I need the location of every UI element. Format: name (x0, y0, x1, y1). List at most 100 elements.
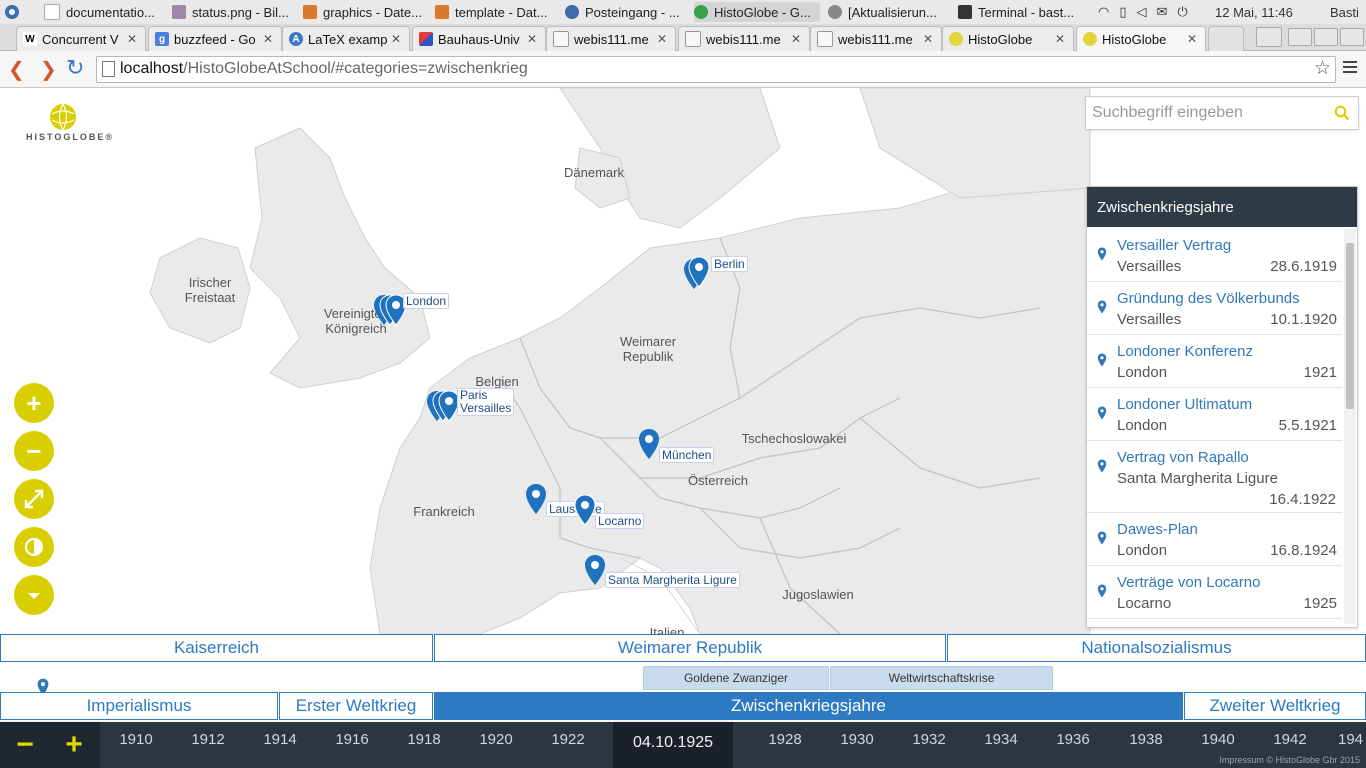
histoglobe-icon (949, 32, 963, 46)
close-tab-icon[interactable]: ✕ (1185, 32, 1199, 46)
power-icon[interactable]: ⏻ (1177, 4, 1187, 20)
latex-icon: A (289, 32, 303, 46)
hivent-item[interactable]: Verträge von Locarno Locarno 1925 (1087, 566, 1342, 619)
time-axis[interactable]: 1910 1912 1914 1916 1918 1920 1922 1924 … (0, 722, 1366, 768)
impressum-link[interactable]: Impressum © HistoGlobe Gbr 2015 (1219, 755, 1360, 765)
browser-tab[interactable]: webis111.me ✕ (678, 26, 810, 51)
zoom-out-button[interactable]: − (14, 431, 54, 471)
os-task-1[interactable]: status.png - Bil... (172, 2, 294, 22)
os-menu-icon[interactable] (4, 2, 22, 22)
minimize-icon[interactable] (1288, 28, 1312, 46)
more-button[interactable] (14, 575, 54, 615)
os-task-0[interactable]: documentatio... (44, 2, 162, 22)
timeline-zoom-out-button[interactable]: − (9, 728, 41, 761)
location-pin-icon (1097, 459, 1107, 473)
subera-weltwirtschaftskrise[interactable]: Weltwirtschaftskrise (830, 666, 1053, 690)
scroll-thumb[interactable] (1346, 243, 1354, 409)
wifi-icon[interactable]: ◠ (1098, 4, 1109, 20)
hivent-item[interactable]: Gründung des Völkerbunds Versailles 10.1.… (1087, 282, 1342, 335)
os-task-6[interactable]: [Aktualisierun... (828, 2, 950, 22)
back-icon[interactable]: ❮ (8, 57, 25, 82)
reload-icon[interactable]: ↻ (66, 55, 84, 81)
hivent-item[interactable]: Vertrag von Rapallo Santa Margherita Lig… (1087, 441, 1342, 513)
era-zwischenkriegsjahre[interactable]: Zwischenkriegsjahre (434, 692, 1183, 720)
close-window-icon[interactable] (1340, 28, 1364, 46)
era-weimarer-republik[interactable]: Weimarer Republik (434, 634, 946, 662)
menu-icon[interactable] (1343, 59, 1357, 75)
os-task-7[interactable]: Terminal - bast... (958, 2, 1084, 22)
battery-icon[interactable]: ▯ (1119, 4, 1126, 20)
mail-tray-icon[interactable]: ✉ (1157, 4, 1168, 20)
current-date-marker[interactable]: 04.10.1925 (613, 722, 733, 768)
profile-icon[interactable] (1256, 27, 1282, 47)
maximize-icon[interactable] (1314, 28, 1338, 46)
map-pin-icon[interactable] (584, 554, 606, 586)
search-input[interactable] (1090, 101, 1332, 125)
country-label: Dänemark (564, 165, 624, 180)
hivent-item[interactable]: Londoner Konferenz London 1921 (1087, 335, 1342, 388)
subera-goldene-zwanziger[interactable]: Goldene Zwanziger (643, 666, 829, 690)
clock[interactable]: 12 Mai, 11:46 (1215, 3, 1293, 21)
close-tab-icon[interactable]: ✕ (1053, 32, 1067, 46)
os-task-3[interactable]: template - Dat... (435, 2, 557, 22)
image-viewer-icon (172, 5, 186, 19)
search-icon[interactable] (1334, 105, 1350, 121)
place-label-muenchen[interactable]: München (659, 447, 715, 463)
timeline-zoom-in-button[interactable]: + (58, 728, 90, 761)
browser-tab-bar: W Concurrent V ✕ g buzzfeed - Go ✕ A LaTeX… (0, 24, 1366, 51)
hivent-list[interactable]: Versailler Vertrag Versailles 28.6.1919 G… (1087, 229, 1342, 627)
volume-icon[interactable]: ◁ (1137, 4, 1147, 20)
map-pin-icon[interactable] (525, 483, 547, 515)
map-pin-icon[interactable] (688, 256, 710, 288)
new-tab-button[interactable] (1208, 26, 1244, 51)
globe-logo-icon (50, 103, 76, 131)
era-imperialismus[interactable]: Imperialismus (0, 692, 278, 720)
place-label-santa-margherita[interactable]: Santa Margherita Ligure (605, 572, 740, 588)
panel-scrollbar[interactable] (1344, 229, 1356, 624)
contrast-button[interactable] (14, 527, 54, 567)
os-task-5[interactable]: HistoGlobe - G... (694, 2, 820, 22)
era-zweiter-weltkrieg[interactable]: Zweiter Weltkrieg (1184, 692, 1366, 720)
close-tab-icon[interactable]: ✕ (789, 32, 803, 46)
place-label-locarno[interactable]: Locarno (595, 513, 645, 529)
hivent-item[interactable]: Londoner Ultimatum London 5.5.1921 (1087, 388, 1342, 441)
page-icon (102, 61, 115, 77)
close-tab-icon[interactable]: ✕ (655, 32, 669, 46)
year-label: 1916 (335, 731, 369, 748)
era-erster-weltkrieg[interactable]: Erster Weltkrieg (279, 692, 433, 720)
os-taskbar: documentatio... status.png - Bil... grap… (0, 0, 1366, 25)
zoom-in-button[interactable]: + (14, 383, 54, 423)
hivent-item[interactable]: Versailler Vertrag Versailles 28.6.1919 (1087, 229, 1342, 282)
place-label-london[interactable]: London (403, 293, 450, 309)
url-input[interactable]: localhost/HistoGlobeAtSchool/#categories… (96, 56, 1336, 83)
search-box[interactable] (1085, 96, 1359, 130)
era-nationalsozialismus[interactable]: Nationalsozialismus (947, 634, 1366, 662)
close-tab-icon[interactable]: ✕ (261, 32, 275, 46)
close-tab-icon[interactable]: ✕ (525, 32, 539, 46)
panel-header: Zwischenkriegsjahre (1087, 187, 1357, 227)
bookmark-star-icon[interactable]: ☆ (1314, 57, 1331, 80)
place-label-berlin[interactable]: Berlin (711, 256, 748, 272)
browser-tab[interactable]: HistoGlobe ✕ (942, 26, 1074, 51)
browser-tab[interactable]: webis111.me ✕ (810, 26, 942, 51)
era-kaiserreich[interactable]: Kaiserreich (0, 634, 433, 662)
hivent-item[interactable]: Dawes-Plan London 16.8.1924 (1087, 513, 1342, 566)
os-task-4[interactable]: Posteingang - ... (565, 2, 687, 22)
close-tab-icon[interactable]: ✕ (921, 32, 935, 46)
close-tab-icon[interactable]: ✕ (389, 32, 403, 46)
browser-tab-active[interactable]: HistoGlobe ✕ (1076, 26, 1206, 51)
place-label-paris-versailles[interactable]: Paris Versailles (457, 388, 515, 416)
forward-icon[interactable]: ❯ (40, 57, 57, 82)
map-pin-icon[interactable] (574, 494, 596, 526)
os-task-2[interactable]: graphics - Date... (303, 2, 426, 22)
user-name[interactable]: Basti (1330, 3, 1359, 21)
close-tab-icon[interactable]: ✕ (125, 32, 139, 46)
browser-tab[interactable]: Bauhaus-Univ ✕ (412, 26, 546, 51)
histoglobe-logo[interactable]: HISTOGLOBE® (22, 102, 112, 146)
browser-tab[interactable]: g buzzfeed - Go ✕ (148, 26, 282, 51)
browser-tab[interactable]: W Concurrent V ✕ (16, 26, 146, 51)
browser-tab[interactable]: A LaTeX examp ✕ (282, 26, 410, 51)
fullscreen-button[interactable] (14, 479, 54, 519)
map-pin-icon[interactable] (638, 428, 660, 460)
browser-tab[interactable]: webis111.me ✕ (546, 26, 676, 51)
